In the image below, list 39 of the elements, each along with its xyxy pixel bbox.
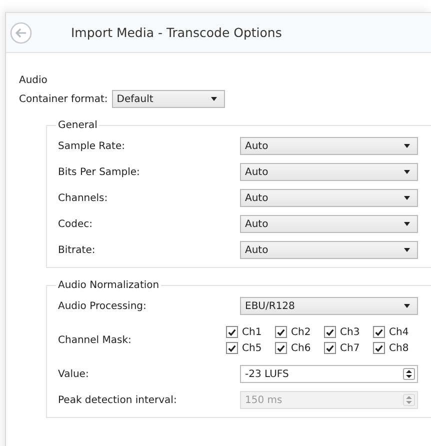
- field-label: Audio Processing:: [58, 300, 146, 312]
- field-label: Container format:: [19, 94, 108, 104]
- channel-checkbox[interactable]: Ch1: [226, 326, 275, 338]
- channel-checkbox[interactable]: Ch3: [324, 326, 373, 338]
- back-icon[interactable]: [10, 22, 32, 44]
- field-label: Channel Mask:: [58, 334, 132, 346]
- check-icon: [325, 326, 335, 338]
- check-icon: [276, 342, 286, 354]
- channel-checkbox[interactable]: Ch7: [324, 342, 373, 354]
- channel-checkbox[interactable]: Ch5: [226, 342, 275, 354]
- window-title: Import Media - Transcode Options: [71, 25, 282, 40]
- dropdown[interactable]: Auto: [240, 241, 418, 259]
- dropdown[interactable]: Default: [112, 90, 225, 108]
- channel-checkbox[interactable]: Ch2: [275, 326, 324, 338]
- dropdown[interactable]: EBU/R128: [240, 297, 418, 315]
- field-label: Value:: [58, 368, 89, 380]
- channel-checkbox[interactable]: Ch8: [373, 342, 422, 354]
- channel-checkbox[interactable]: Ch4: [373, 326, 422, 338]
- check-icon: [227, 342, 237, 354]
- dropdown[interactable]: Auto: [240, 137, 418, 155]
- field-label: Sample Rate:: [58, 140, 125, 152]
- check-icon: [276, 326, 286, 338]
- group-title: Audio Normalization: [57, 280, 160, 291]
- check-icon: [374, 326, 384, 338]
- field-label: Bitrate:: [58, 244, 96, 256]
- field-label: Channels:: [58, 192, 108, 204]
- field-label: Codec:: [58, 218, 92, 230]
- field-label: Bits Per Sample:: [58, 166, 140, 178]
- check-icon: [227, 326, 237, 338]
- channel-checkbox[interactable]: Ch6: [275, 342, 324, 354]
- group-title: General: [57, 120, 98, 131]
- spin-field[interactable]: -23 LUFS: [240, 365, 418, 383]
- check-icon: [374, 342, 384, 354]
- field-label: Peak detection interval:: [58, 394, 177, 406]
- section-heading: Audio: [19, 75, 48, 86]
- dropdown[interactable]: Auto: [240, 163, 418, 181]
- dropdown[interactable]: Auto: [240, 215, 418, 233]
- dropdown[interactable]: Auto: [240, 189, 418, 207]
- check-icon: [325, 342, 335, 354]
